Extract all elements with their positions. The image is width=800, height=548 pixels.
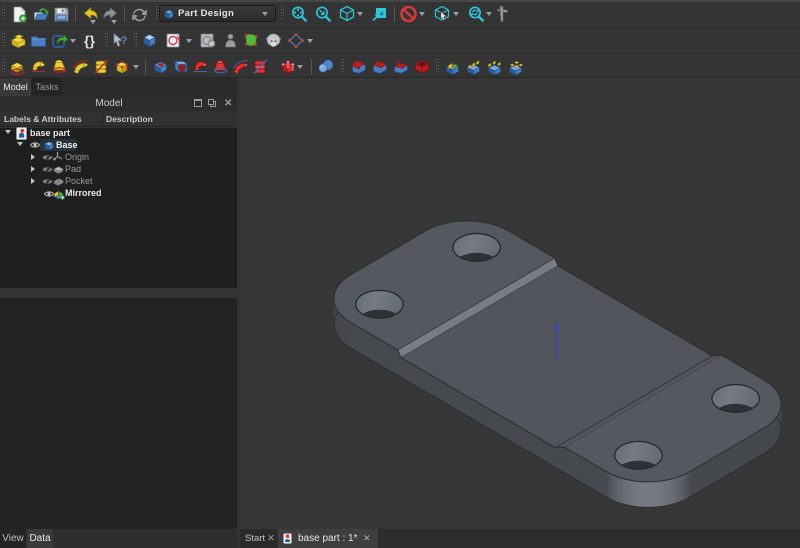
svg-text:{}: {} bbox=[84, 33, 95, 49]
svg-text:?: ? bbox=[121, 35, 128, 47]
